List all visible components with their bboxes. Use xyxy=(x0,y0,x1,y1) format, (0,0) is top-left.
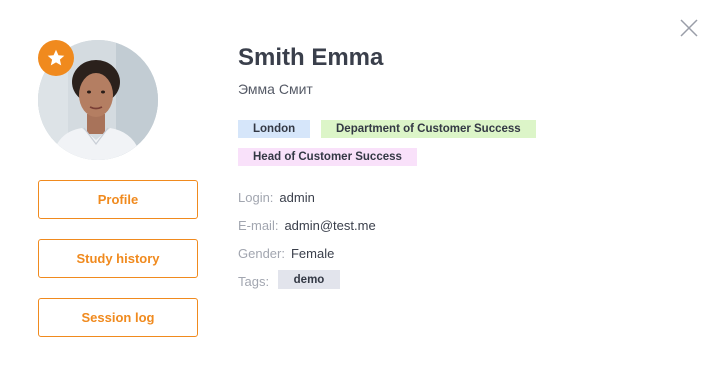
user-tag-demo: demo xyxy=(278,270,340,289)
login-field: Login: admin xyxy=(238,190,315,205)
tags-label: Tags: xyxy=(238,274,270,289)
avatar-container xyxy=(38,40,158,160)
email-label: E-mail: xyxy=(238,218,279,233)
login-value: admin xyxy=(279,190,315,205)
session-log-button[interactable]: Session log xyxy=(38,298,198,337)
email-field: E-mail: admin@test.me xyxy=(238,218,376,233)
user-name-alt: Эмма Смит xyxy=(238,81,313,97)
gender-label: Gender: xyxy=(238,246,285,261)
gender-field: Gender: Female xyxy=(238,246,334,261)
close-icon[interactable] xyxy=(679,18,699,38)
city-badge: London xyxy=(238,120,311,138)
position-badge: Head of Customer Success xyxy=(238,148,417,166)
login-label: Login: xyxy=(238,190,274,205)
tags-field: Tags: xyxy=(238,274,269,289)
user-name: Smith Emma xyxy=(238,44,384,71)
department-badge: Department of Customer Success xyxy=(321,120,536,138)
study-history-button[interactable]: Study history xyxy=(38,239,198,278)
favorite-badge xyxy=(38,40,74,76)
profile-button[interactable]: Profile xyxy=(38,180,198,219)
gender-value: Female xyxy=(290,246,335,261)
star-icon xyxy=(47,49,65,66)
email-value: admin@test.me xyxy=(284,218,376,233)
user-profile-card: Profile Study history Session log Smith … xyxy=(0,0,716,374)
